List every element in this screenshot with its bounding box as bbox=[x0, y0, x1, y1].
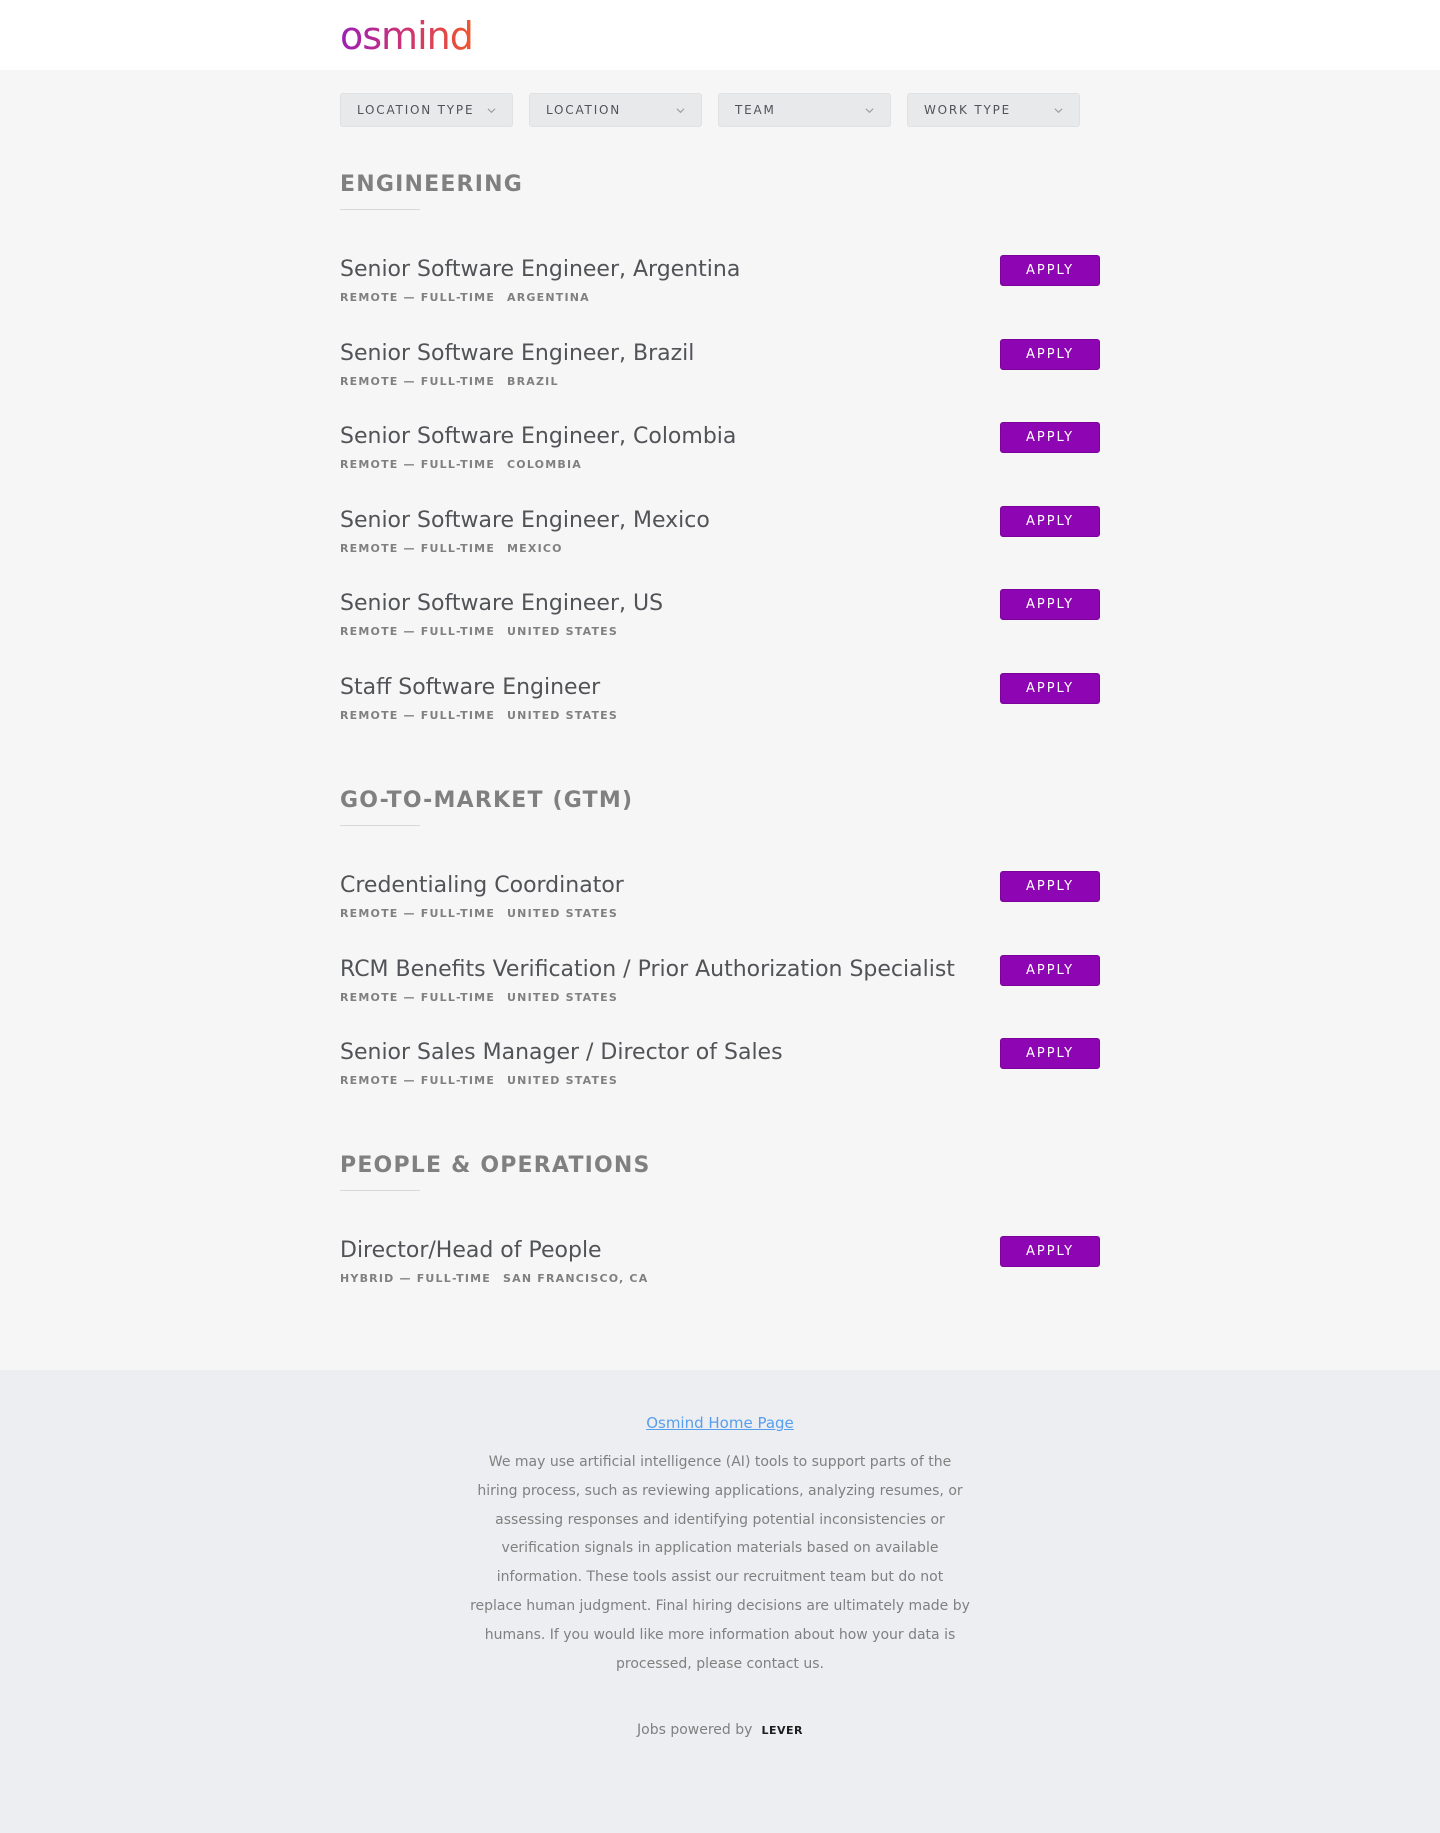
apply-button[interactable]: APPLY bbox=[1000, 1038, 1100, 1069]
powered-by: Jobs powered by LEVER bbox=[0, 1722, 1440, 1738]
ai-disclosure-text: We may use artificial intelligence (AI) … bbox=[470, 1454, 970, 1672]
posting-title[interactable]: RCM Benefits Verification / Prior Author… bbox=[340, 955, 955, 985]
chevron-down-icon bbox=[1054, 107, 1063, 113]
posting-meta: REMOTE — FULL-TIME UNITED STATES bbox=[340, 907, 618, 920]
group-divider bbox=[340, 825, 420, 826]
site-header: osmind bbox=[0, 0, 1440, 70]
posting-meta: REMOTE — FULL-TIME UNITED STATES bbox=[340, 1074, 618, 1087]
posting-meta: HYBRID — FULL-TIME SAN FRANCISCO, CA bbox=[340, 1272, 648, 1285]
posting-commitment: REMOTE — FULL-TIME bbox=[340, 374, 496, 388]
apply-button[interactable]: APPLY bbox=[1000, 338, 1100, 370]
posting-location: UNITED STATES bbox=[507, 708, 619, 722]
posting-row: Senior Software Engineer, US REMOTE — FU… bbox=[340, 589, 1100, 659]
group-divider bbox=[340, 209, 420, 210]
posting-commitment: REMOTE — FULL-TIME bbox=[340, 625, 496, 638]
posting-commitment: REMOTE — FULL-TIME bbox=[340, 990, 496, 1004]
posting-title[interactable]: Credentialing Coordinator bbox=[340, 871, 624, 901]
powered-by-text: Jobs powered by bbox=[637, 1722, 753, 1738]
posting-title[interactable]: Senior Software Engineer, US bbox=[340, 589, 663, 619]
postings-group-go-to-market: GO-TO-MARKET (GTM) Credentialing Coordin… bbox=[340, 786, 1100, 1087]
posting-commitment: REMOTE — FULL-TIME bbox=[340, 708, 496, 722]
posting-location: UNITED STATES bbox=[507, 907, 619, 920]
posting-commitment: REMOTE — FULL-TIME bbox=[340, 907, 496, 920]
apply-button[interactable]: APPLY bbox=[1000, 255, 1100, 286]
posting-title[interactable]: Senior Software Engineer, Mexico bbox=[340, 506, 710, 536]
home-page-link[interactable]: Osmind Home Page bbox=[0, 1414, 1440, 1432]
chevron-down-icon bbox=[865, 107, 874, 113]
posting-commitment: REMOTE — FULL-TIME bbox=[340, 541, 496, 555]
posting-meta: REMOTE — FULL-TIME BRAZIL bbox=[340, 375, 559, 388]
posting-row: Credentialing Coordinator REMOTE — FULL-… bbox=[340, 871, 1100, 941]
posting-title[interactable]: Senior Sales Manager / Director of Sales bbox=[340, 1038, 783, 1068]
posting-location: UNITED STATES bbox=[507, 625, 619, 638]
posting-title[interactable]: Senior Software Engineer, Brazil bbox=[340, 339, 694, 369]
group-title: PEOPLE & OPERATIONS bbox=[340, 1153, 651, 1178]
apply-button[interactable]: APPLY bbox=[1000, 422, 1100, 453]
posting-row: Staff Software Engineer REMOTE — FULL-TI… bbox=[340, 672, 1100, 743]
apply-button[interactable]: APPLY bbox=[1000, 589, 1100, 620]
filter-location[interactable]: LOCATION bbox=[529, 93, 702, 127]
posting-meta: REMOTE — FULL-TIME ARGENTINA bbox=[340, 291, 590, 304]
posting-row: Senior Software Engineer, Colombia REMOT… bbox=[340, 422, 1100, 492]
site-footer: Osmind Home Page We may use artificial i… bbox=[0, 1370, 1440, 1833]
apply-button[interactable]: APPLY bbox=[1000, 672, 1100, 704]
filter-label: TEAM bbox=[735, 103, 776, 117]
filter-bar: LOCATION TYPE LOCATION TEAM WORK TYPE bbox=[340, 93, 1080, 127]
posting-row: Senior Software Engineer, Brazil REMOTE … bbox=[340, 338, 1100, 409]
group-title: GO-TO-MARKET (GTM) bbox=[340, 788, 634, 813]
posting-location: SAN FRANCISCO, CA bbox=[502, 1272, 649, 1285]
chevron-down-icon bbox=[487, 107, 496, 113]
posting-location: UNITED STATES bbox=[507, 1074, 619, 1087]
posting-row: Senior Sales Manager / Director of Sales… bbox=[340, 1038, 1100, 1108]
filter-location-type[interactable]: LOCATION TYPE bbox=[340, 93, 513, 127]
posting-meta: REMOTE — FULL-TIME COLOMBIA bbox=[340, 458, 582, 471]
postings-group-people-operations: PEOPLE & OPERATIONS Director/Head of Peo… bbox=[340, 1151, 1100, 1285]
postings-group-engineering: ENGINEERING Senior Software Engineer, Ar… bbox=[340, 170, 1100, 722]
posting-title[interactable]: Senior Software Engineer, Colombia bbox=[340, 422, 736, 452]
filter-work-type[interactable]: WORK TYPE bbox=[907, 93, 1080, 127]
filter-label: LOCATION TYPE bbox=[357, 103, 475, 117]
posting-meta: REMOTE — FULL-TIME UNITED STATES bbox=[340, 709, 618, 722]
posting-commitment: HYBRID — FULL-TIME bbox=[340, 1272, 491, 1285]
apply-button[interactable]: APPLY bbox=[1000, 871, 1100, 902]
apply-button[interactable]: APPLY bbox=[1000, 505, 1100, 537]
apply-button[interactable]: APPLY bbox=[1000, 954, 1100, 986]
posting-commitment: REMOTE — FULL-TIME bbox=[340, 1074, 496, 1087]
posting-location: BRAZIL bbox=[507, 374, 559, 388]
apply-button[interactable]: APPLY bbox=[1000, 1236, 1100, 1267]
posting-meta: REMOTE — FULL-TIME UNITED STATES bbox=[340, 991, 618, 1004]
posting-meta: REMOTE — FULL-TIME MEXICO bbox=[340, 542, 563, 555]
posting-row: Director/Head of People HYBRID — FULL-TI… bbox=[340, 1236, 1100, 1306]
chevron-down-icon bbox=[676, 107, 685, 113]
filter-team[interactable]: TEAM bbox=[718, 93, 891, 127]
group-title: ENGINEERING bbox=[340, 172, 523, 197]
posting-row: Senior Software Engineer, Argentina REMO… bbox=[340, 255, 1100, 325]
posting-row: RCM Benefits Verification / Prior Author… bbox=[340, 954, 1100, 1025]
posting-location: COLOMBIA bbox=[507, 458, 582, 471]
posting-title[interactable]: Staff Software Engineer bbox=[340, 673, 600, 703]
posting-title[interactable]: Senior Software Engineer, Argentina bbox=[340, 255, 740, 285]
posting-location: ARGENTINA bbox=[507, 291, 590, 304]
filter-label: WORK TYPE bbox=[924, 103, 1012, 117]
posting-location: UNITED STATES bbox=[507, 990, 619, 1004]
posting-commitment: REMOTE — FULL-TIME bbox=[340, 291, 496, 304]
lever-logo[interactable]: LEVER bbox=[761, 1724, 803, 1737]
osmind-logo[interactable]: osmind bbox=[340, 12, 474, 60]
filter-label: LOCATION bbox=[546, 103, 622, 117]
posting-meta: REMOTE — FULL-TIME UNITED STATES bbox=[340, 625, 618, 638]
posting-commitment: REMOTE — FULL-TIME bbox=[340, 458, 496, 471]
posting-location: MEXICO bbox=[507, 541, 563, 555]
group-divider bbox=[340, 1190, 420, 1191]
posting-row: Senior Software Engineer, Mexico REMOTE … bbox=[340, 505, 1100, 576]
posting-title[interactable]: Director/Head of People bbox=[340, 1236, 602, 1266]
